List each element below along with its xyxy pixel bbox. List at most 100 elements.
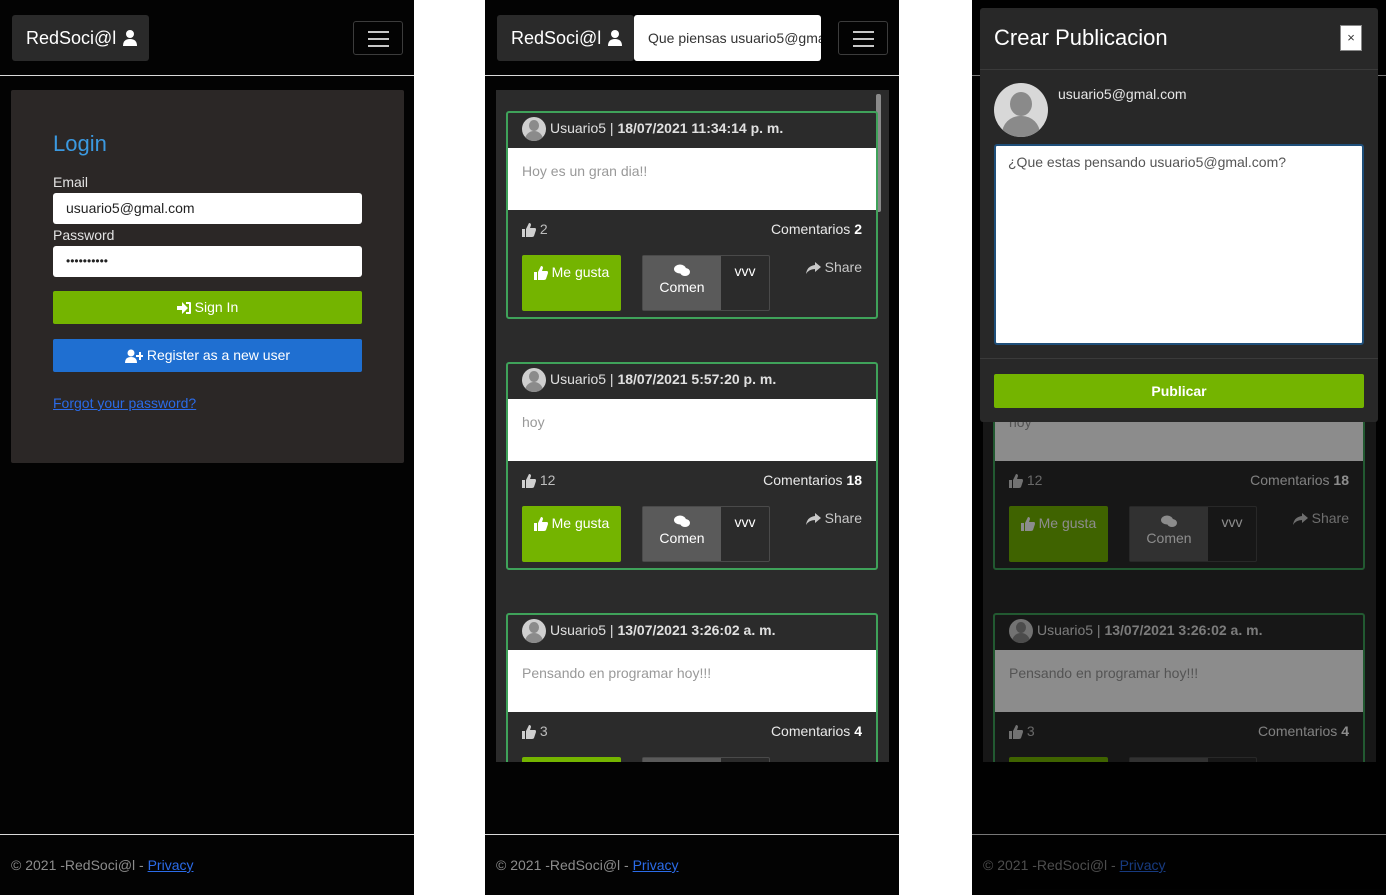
hamburger-line bbox=[853, 45, 874, 47]
like-label: Me gusta bbox=[551, 264, 610, 280]
hamburger-line bbox=[853, 38, 874, 40]
password-field[interactable]: •••••••••• bbox=[53, 246, 362, 277]
post-feed[interactable]: Usuario5 | 18/07/2021 11:34:14 p. m. Hoy… bbox=[496, 90, 889, 762]
post-date: 18/07/2021 11:34:14 p. m. bbox=[617, 120, 784, 136]
menu-toggle-button[interactable] bbox=[353, 21, 403, 55]
comment-button[interactable]: Comen bbox=[643, 758, 721, 762]
divider bbox=[980, 358, 1378, 359]
hamburger-line bbox=[368, 31, 389, 33]
comments-count[interactable]: Comentarios 18 bbox=[763, 472, 862, 488]
comment-group: Comen vvv bbox=[642, 255, 770, 311]
brand-label: RedSoci@l bbox=[26, 28, 117, 48]
like-count: 12 bbox=[522, 472, 556, 489]
avatar bbox=[522, 368, 546, 393]
comments-count[interactable]: Comentarios 4 bbox=[771, 723, 862, 739]
avatar bbox=[522, 117, 546, 142]
brand-button[interactable]: RedSoci@l bbox=[497, 15, 634, 61]
hamburger-line bbox=[853, 31, 874, 33]
like-button[interactable]: Me gusta bbox=[522, 757, 621, 762]
hamburger-line bbox=[368, 38, 389, 40]
modal-title: Crear Publicacion bbox=[994, 25, 1168, 50]
brand-button[interactable]: RedSoci@l bbox=[12, 15, 149, 61]
footer: © 2021 -RedSoci@l - Privacy bbox=[485, 834, 899, 895]
comment-button[interactable]: Comen bbox=[643, 507, 721, 561]
comment-button[interactable]: Comen bbox=[643, 256, 721, 310]
like-count-value: 12 bbox=[539, 472, 556, 488]
privacy-link[interactable]: Privacy bbox=[148, 857, 194, 873]
thumbs-up-icon bbox=[522, 223, 536, 238]
avatar bbox=[994, 83, 1048, 137]
user-icon bbox=[608, 30, 622, 46]
post-header: Usuario5 | 13/07/2021 3:26:02 a. m. bbox=[522, 618, 776, 644]
thumbs-up-icon bbox=[533, 517, 548, 532]
share-icon bbox=[805, 513, 821, 526]
share-label: Share bbox=[825, 761, 862, 762]
comment-input[interactable]: vvv bbox=[721, 758, 769, 762]
register-button[interactable]: Register as a new user bbox=[53, 339, 362, 372]
comments-icon bbox=[674, 264, 690, 276]
login-title: Login bbox=[53, 131, 107, 156]
comments-label: Comentarios bbox=[770, 221, 851, 237]
user-icon bbox=[123, 30, 137, 46]
comments-count-value: 18 bbox=[846, 472, 862, 488]
comments-label: Comentarios bbox=[763, 472, 843, 488]
post-text: Pensando en programar hoy!!! bbox=[508, 650, 876, 712]
comment-group: Comen vvv bbox=[642, 506, 770, 562]
comments-count-value: 4 bbox=[854, 723, 862, 739]
post-text: hoy bbox=[508, 399, 876, 461]
new-post-input[interactable]: Que piensas usuario5@gmal.com? bbox=[634, 15, 821, 61]
sign-in-button[interactable]: Sign In bbox=[53, 291, 362, 324]
comment-label: Comen bbox=[659, 530, 705, 546]
close-button[interactable]: × bbox=[1340, 25, 1362, 51]
publish-button[interactable]: Publicar bbox=[994, 374, 1364, 408]
privacy-link[interactable]: Privacy bbox=[633, 857, 679, 873]
post-author: Usuario5 bbox=[550, 120, 607, 136]
forgot-password-link[interactable]: Forgot your password? bbox=[53, 395, 196, 411]
password-label: Password bbox=[53, 227, 115, 243]
thumbs-up-icon bbox=[522, 725, 536, 740]
post-card: Usuario5 | 18/07/2021 5:57:20 p. m. hoy … bbox=[506, 362, 878, 570]
create-post-modal: Crear Publicacion × usuario5@gmal.com ¿Q… bbox=[980, 8, 1378, 422]
post-author: Usuario5 bbox=[550, 371, 607, 387]
menu-toggle-button[interactable] bbox=[838, 21, 888, 55]
like-button[interactable]: Me gusta bbox=[522, 255, 621, 311]
navbar: RedSoci@l Que piensas usuario5@gmal.com? bbox=[485, 0, 899, 76]
email-field[interactable]: usuario5@gmal.com bbox=[53, 193, 362, 224]
post-textarea[interactable]: ¿Que estas pensando usuario5@gmal.com? bbox=[994, 144, 1364, 345]
post-header: Usuario5 | 18/07/2021 5:57:20 p. m. bbox=[522, 367, 777, 393]
post-date: 13/07/2021 3:26:02 a. m. bbox=[617, 622, 776, 638]
comments-label: Comentarios bbox=[770, 723, 851, 739]
like-count: 2 bbox=[522, 221, 548, 238]
post-header: Usuario5 | 18/07/2021 11:34:14 p. m. bbox=[522, 116, 784, 142]
sign-in-icon bbox=[176, 302, 191, 315]
post-card: Usuario5 | 18/07/2021 11:34:14 p. m. Hoy… bbox=[506, 111, 878, 319]
like-count: 3 bbox=[522, 723, 548, 740]
login-screen: RedSoci@l Login Email usuario5@gmal.com … bbox=[0, 0, 414, 895]
share-button[interactable]: Share bbox=[805, 510, 862, 526]
avatar bbox=[522, 619, 546, 644]
login-card: Login Email usuario5@gmal.com Password •… bbox=[11, 90, 404, 463]
comment-input[interactable]: vvv bbox=[721, 256, 769, 310]
add-user-icon bbox=[124, 349, 143, 364]
comments-icon bbox=[674, 515, 690, 527]
like-count-value: 3 bbox=[539, 723, 548, 739]
post-card: Usuario5 | 13/07/2021 3:26:02 a. m. Pens… bbox=[506, 613, 878, 762]
feed-screen: RedSoci@l Que piensas usuario5@gmal.com?… bbox=[485, 0, 899, 895]
modal-user-email: usuario5@gmal.com bbox=[1058, 86, 1187, 102]
hamburger-line bbox=[368, 45, 389, 47]
share-button[interactable]: Share bbox=[806, 761, 862, 762]
thumbs-up-icon bbox=[522, 474, 536, 489]
share-button[interactable]: Share bbox=[805, 259, 862, 275]
like-button[interactable]: Me gusta bbox=[522, 506, 621, 562]
comment-label: Comen bbox=[659, 279, 705, 295]
divider bbox=[980, 69, 1378, 70]
comments-count[interactable]: Comentarios 2 bbox=[771, 221, 862, 237]
like-label: Me gusta bbox=[551, 515, 610, 531]
like-count-value: 2 bbox=[539, 221, 548, 237]
comment-group: Comen vvv bbox=[642, 757, 770, 762]
create-post-screen: Usuario5 | 18/07/2021 11:34:14 p. m. Hoy… bbox=[972, 0, 1386, 895]
share-label: Share bbox=[824, 510, 862, 526]
comment-input[interactable]: vvv bbox=[721, 507, 769, 561]
post-date: 18/07/2021 5:57:20 p. m. bbox=[617, 371, 777, 387]
sign-in-label: Sign In bbox=[194, 299, 239, 315]
